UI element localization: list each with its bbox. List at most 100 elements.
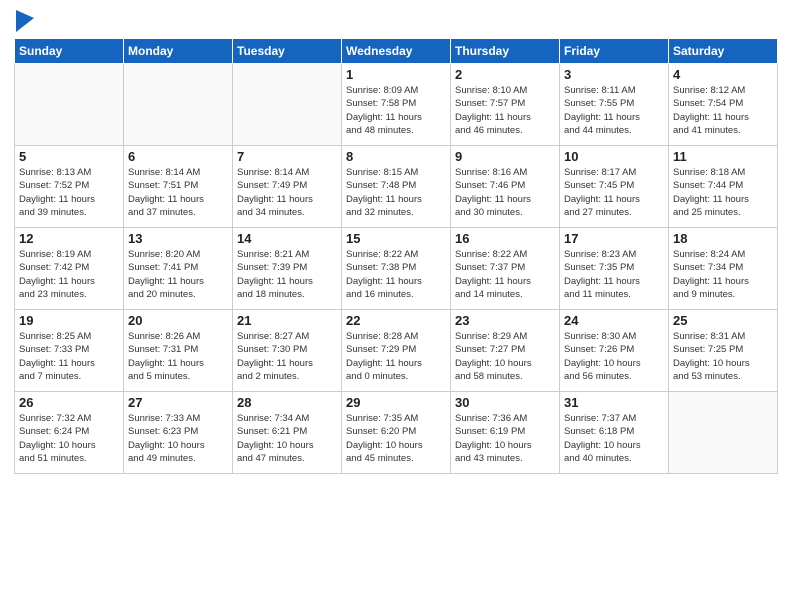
day-info: Sunrise: 8:22 AMSunset: 7:37 PMDaylight:…: [455, 248, 555, 301]
day-cell: [124, 64, 233, 146]
header: [14, 10, 778, 32]
day-info: Sunrise: 8:09 AMSunset: 7:58 PMDaylight:…: [346, 84, 446, 137]
day-info: Sunrise: 8:11 AMSunset: 7:55 PMDaylight:…: [564, 84, 664, 137]
day-info: Sunrise: 8:13 AMSunset: 7:52 PMDaylight:…: [19, 166, 119, 219]
day-info: Sunrise: 8:27 AMSunset: 7:30 PMDaylight:…: [237, 330, 337, 383]
day-number: 1: [346, 67, 446, 82]
day-number: 26: [19, 395, 119, 410]
day-number: 25: [673, 313, 773, 328]
day-cell: 18 Sunrise: 8:24 AMSunset: 7:34 PMDayligh…: [669, 228, 778, 310]
day-info: Sunrise: 8:15 AMSunset: 7:48 PMDaylight:…: [346, 166, 446, 219]
day-number: 11: [673, 149, 773, 164]
day-cell: 9Sunrise: 8:16 AMSunset: 7:46 PMDaylight…: [451, 146, 560, 228]
week-row-0: 1 Sunrise: 8:09 AMSunset: 7:58 PMDaylight…: [15, 64, 778, 146]
day-number: 20: [128, 313, 228, 328]
day-info: Sunrise: 8:23 AMSunset: 7:35 PMDaylight:…: [564, 248, 664, 301]
day-number: 9: [455, 149, 555, 164]
day-cell: 31 Sunrise: 7:37 AMSunset: 6:18 PMDayligh…: [560, 392, 669, 474]
day-info: Sunrise: 7:34 AMSunset: 6:21 PMDaylight:…: [237, 412, 337, 465]
logo-icon: [16, 10, 34, 32]
day-info: Sunrise: 8:31 AMSunset: 7:25 PMDaylight:…: [673, 330, 773, 383]
day-number: 19: [19, 313, 119, 328]
day-info: Sunrise: 8:21 AMSunset: 7:39 PMDaylight:…: [237, 248, 337, 301]
day-info: Sunrise: 8:12 AMSunset: 7:54 PMDaylight:…: [673, 84, 773, 137]
day-number: 16: [455, 231, 555, 246]
day-number: 14: [237, 231, 337, 246]
day-info: Sunrise: 8:25 AMSunset: 7:33 PMDaylight:…: [19, 330, 119, 383]
day-info: Sunrise: 7:36 AMSunset: 6:19 PMDaylight:…: [455, 412, 555, 465]
col-header-thursday: Thursday: [451, 39, 560, 64]
day-cell: [233, 64, 342, 146]
day-cell: 3 Sunrise: 8:11 AMSunset: 7:55 PMDaylight…: [560, 64, 669, 146]
day-cell: 2Sunrise: 8:10 AMSunset: 7:57 PMDaylight…: [451, 64, 560, 146]
day-info: Sunrise: 8:14 AMSunset: 7:49 PMDaylight:…: [237, 166, 337, 219]
day-info: Sunrise: 8:19 AMSunset: 7:42 PMDaylight:…: [19, 248, 119, 301]
logo: [14, 10, 34, 32]
day-number: 8: [346, 149, 446, 164]
day-cell: 15 Sunrise: 8:22 AMSunset: 7:38 PMDayligh…: [342, 228, 451, 310]
day-number: 28: [237, 395, 337, 410]
page: SundayMondayTuesdayWednesdayThursdayFrid…: [0, 0, 792, 612]
day-info: Sunrise: 8:28 AMSunset: 7:29 PMDaylight:…: [346, 330, 446, 383]
day-info: Sunrise: 8:24 AMSunset: 7:34 PMDaylight:…: [673, 248, 773, 301]
week-row-3: 19 Sunrise: 8:25 AMSunset: 7:33 PMDayligh…: [15, 310, 778, 392]
day-cell: 17 Sunrise: 8:23 AMSunset: 7:35 PMDayligh…: [560, 228, 669, 310]
day-number: 3: [564, 67, 664, 82]
day-cell: 23 Sunrise: 8:29 AMSunset: 7:27 PMDayligh…: [451, 310, 560, 392]
col-header-sunday: Sunday: [15, 39, 124, 64]
day-cell: 19 Sunrise: 8:25 AMSunset: 7:33 PMDayligh…: [15, 310, 124, 392]
calendar-header-row: SundayMondayTuesdayWednesdayThursdayFrid…: [15, 39, 778, 64]
day-cell: 22 Sunrise: 8:28 AMSunset: 7:29 PMDayligh…: [342, 310, 451, 392]
col-header-wednesday: Wednesday: [342, 39, 451, 64]
day-info: Sunrise: 8:18 AMSunset: 7:44 PMDaylight:…: [673, 166, 773, 219]
day-cell: 28 Sunrise: 7:34 AMSunset: 6:21 PMDayligh…: [233, 392, 342, 474]
day-cell: [15, 64, 124, 146]
day-cell: 6Sunrise: 8:14 AMSunset: 7:51 PMDaylight…: [124, 146, 233, 228]
day-number: 24: [564, 313, 664, 328]
day-cell: 12Sunrise: 8:19 AMSunset: 7:42 PMDayligh…: [15, 228, 124, 310]
day-cell: 29 Sunrise: 7:35 AMSunset: 6:20 PMDayligh…: [342, 392, 451, 474]
day-number: 21: [237, 313, 337, 328]
day-cell: 26 Sunrise: 7:32 AMSunset: 6:24 PMDayligh…: [15, 392, 124, 474]
week-row-4: 26 Sunrise: 7:32 AMSunset: 6:24 PMDayligh…: [15, 392, 778, 474]
day-cell: 13 Sunrise: 8:20 AMSunset: 7:41 PMDayligh…: [124, 228, 233, 310]
day-cell: 30 Sunrise: 7:36 AMSunset: 6:19 PMDayligh…: [451, 392, 560, 474]
day-cell: 24 Sunrise: 8:30 AMSunset: 7:26 PMDayligh…: [560, 310, 669, 392]
day-info: Sunrise: 8:20 AMSunset: 7:41 PMDaylight:…: [128, 248, 228, 301]
day-number: 31: [564, 395, 664, 410]
day-number: 18: [673, 231, 773, 246]
day-cell: 11 Sunrise: 8:18 AMSunset: 7:44 PMDayligh…: [669, 146, 778, 228]
day-cell: 25 Sunrise: 8:31 AMSunset: 7:25 PMDayligh…: [669, 310, 778, 392]
day-info: Sunrise: 8:29 AMSunset: 7:27 PMDaylight:…: [455, 330, 555, 383]
day-number: 30: [455, 395, 555, 410]
day-cell: 8 Sunrise: 8:15 AMSunset: 7:48 PMDaylight…: [342, 146, 451, 228]
day-info: Sunrise: 7:33 AMSunset: 6:23 PMDaylight:…: [128, 412, 228, 465]
day-number: 17: [564, 231, 664, 246]
day-cell: 14 Sunrise: 8:21 AMSunset: 7:39 PMDayligh…: [233, 228, 342, 310]
day-cell: 7Sunrise: 8:14 AMSunset: 7:49 PMDaylight…: [233, 146, 342, 228]
day-number: 22: [346, 313, 446, 328]
day-cell: 20 Sunrise: 8:26 AMSunset: 7:31 PMDayligh…: [124, 310, 233, 392]
day-info: Sunrise: 7:37 AMSunset: 6:18 PMDaylight:…: [564, 412, 664, 465]
day-number: 6: [128, 149, 228, 164]
day-number: 15: [346, 231, 446, 246]
day-number: 27: [128, 395, 228, 410]
day-cell: 16 Sunrise: 8:22 AMSunset: 7:37 PMDayligh…: [451, 228, 560, 310]
day-cell: [669, 392, 778, 474]
calendar: SundayMondayTuesdayWednesdayThursdayFrid…: [14, 38, 778, 474]
day-number: 10: [564, 149, 664, 164]
day-cell: 10Sunrise: 8:17 AMSunset: 7:45 PMDayligh…: [560, 146, 669, 228]
day-number: 23: [455, 313, 555, 328]
day-info: Sunrise: 8:22 AMSunset: 7:38 PMDaylight:…: [346, 248, 446, 301]
day-number: 2: [455, 67, 555, 82]
col-header-friday: Friday: [560, 39, 669, 64]
day-info: Sunrise: 8:30 AMSunset: 7:26 PMDaylight:…: [564, 330, 664, 383]
day-number: 13: [128, 231, 228, 246]
day-info: Sunrise: 7:32 AMSunset: 6:24 PMDaylight:…: [19, 412, 119, 465]
day-cell: 27 Sunrise: 7:33 AMSunset: 6:23 PMDayligh…: [124, 392, 233, 474]
col-header-tuesday: Tuesday: [233, 39, 342, 64]
day-info: Sunrise: 8:26 AMSunset: 7:31 PMDaylight:…: [128, 330, 228, 383]
day-number: 29: [346, 395, 446, 410]
day-info: Sunrise: 7:35 AMSunset: 6:20 PMDaylight:…: [346, 412, 446, 465]
day-number: 5: [19, 149, 119, 164]
